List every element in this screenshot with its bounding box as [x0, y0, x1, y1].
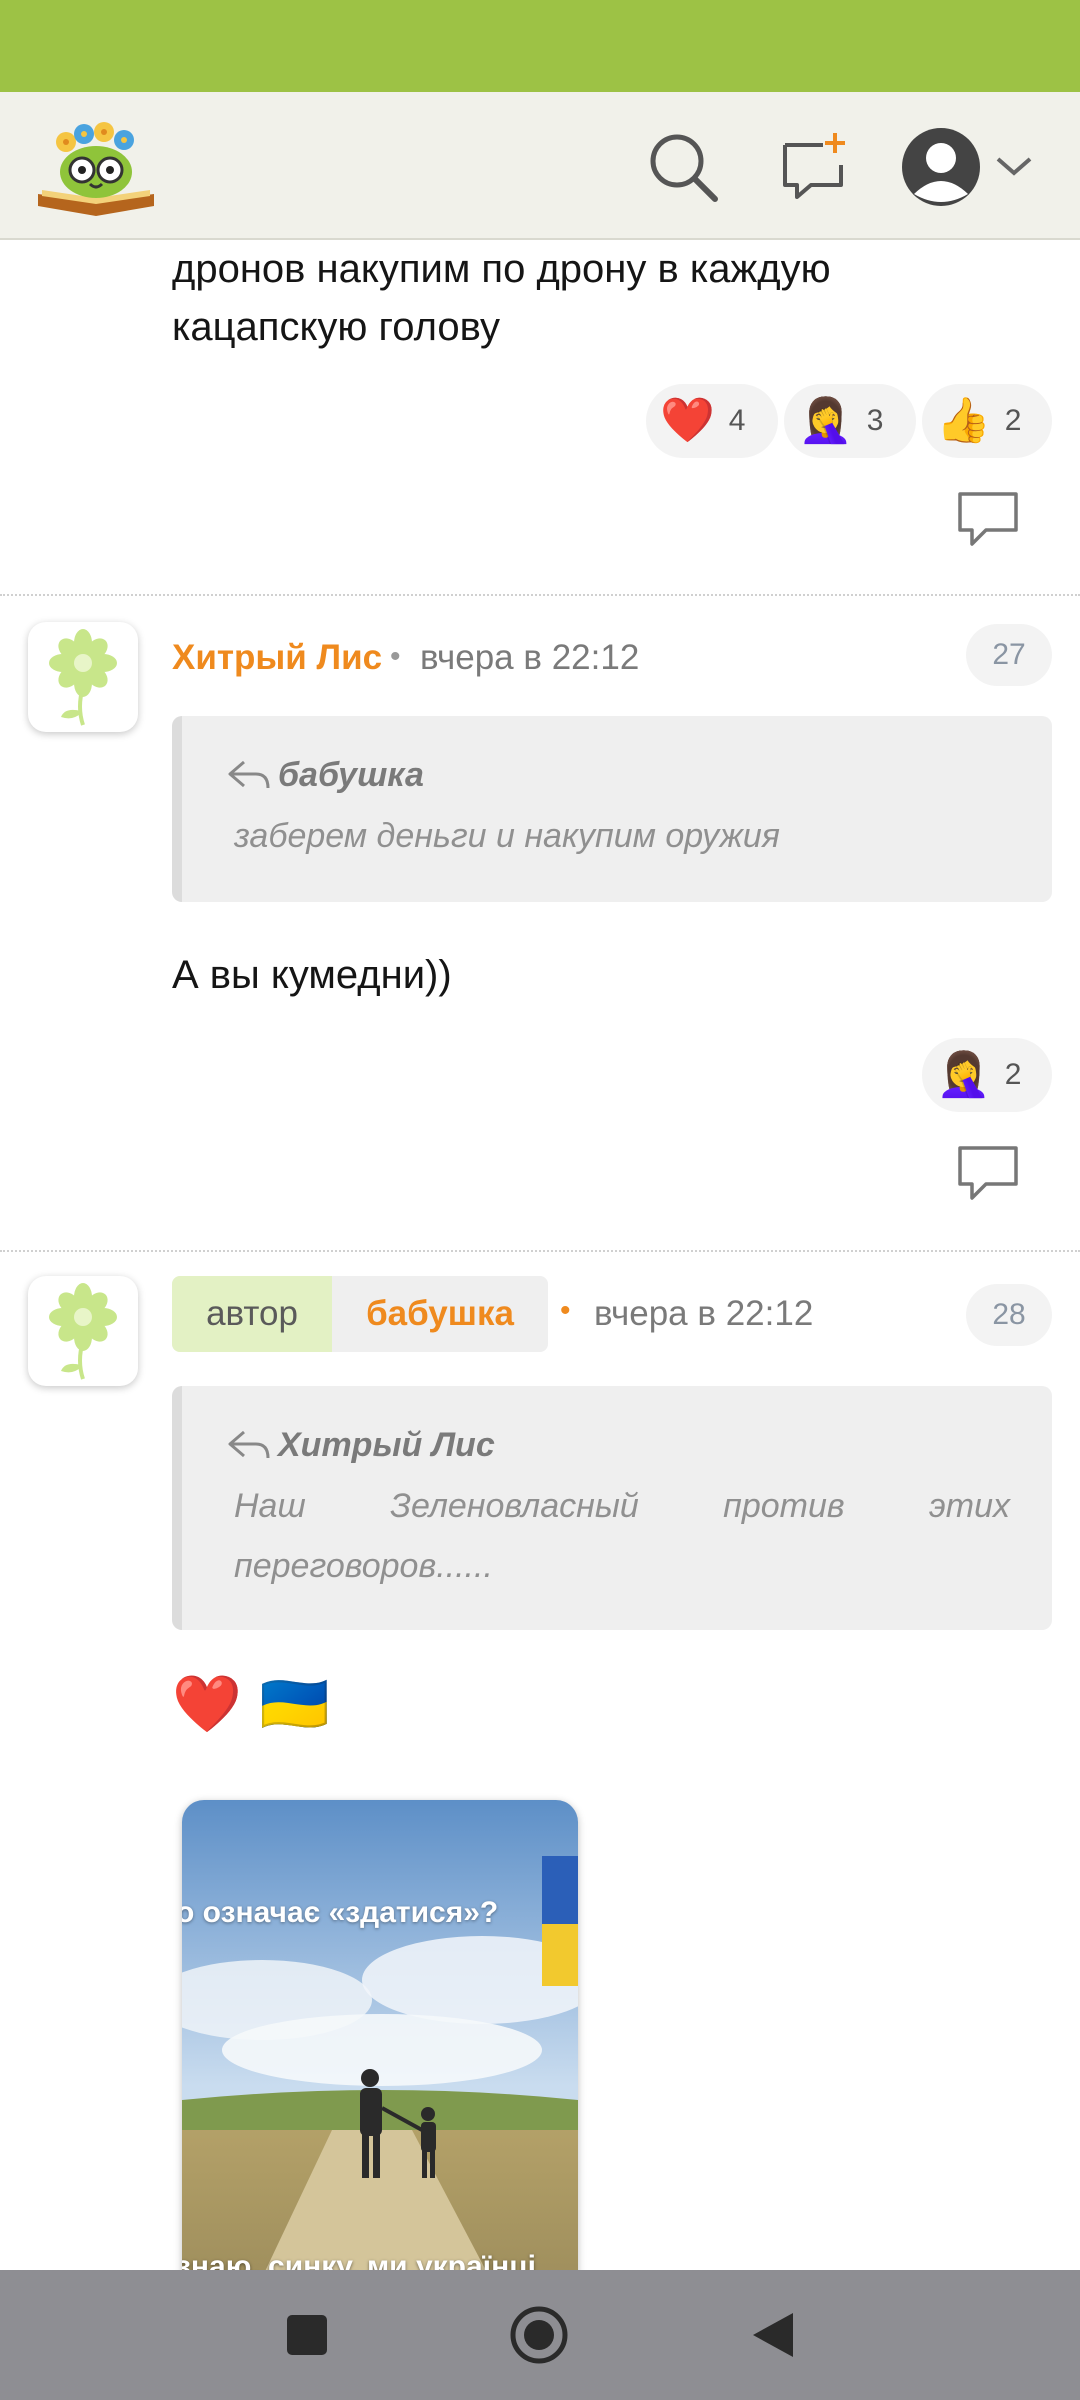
separator-dot: •	[560, 1294, 571, 1327]
heart-icon: ❤️	[660, 395, 715, 446]
separator-dot: •	[390, 640, 401, 673]
reply-icon[interactable]	[956, 1144, 1020, 1202]
post-divider	[0, 1250, 1080, 1252]
quote-author: Хитрый Лис	[278, 1426, 495, 1464]
photo-illustration	[182, 1800, 578, 2270]
reaction-count: 4	[728, 404, 746, 437]
back-icon[interactable]	[738, 2300, 808, 2370]
reaction-facepalm[interactable]: 🤦‍♀️ 3	[784, 384, 916, 458]
post-text-line: кацапскую голову	[172, 305, 500, 349]
chevron-down-icon[interactable]	[984, 122, 1044, 212]
thumbs-up-icon: 👍	[936, 395, 991, 446]
post-text: А вы кумедни))	[172, 953, 452, 997]
facepalm-icon: 🤦‍♀️	[936, 1049, 991, 1100]
reply-arrow-icon	[228, 760, 270, 789]
avatar[interactable]	[28, 622, 138, 732]
post-time: вчера в 22:12	[594, 1294, 814, 1333]
recent-apps-icon[interactable]	[272, 2300, 342, 2370]
flower-icon	[49, 629, 117, 726]
reaction-count: 3	[866, 404, 884, 437]
author-badge[interactable]: автор бабушка	[172, 1276, 548, 1352]
reaction-thumbs-up[interactable]: 👍 2	[922, 384, 1052, 458]
home-icon[interactable]	[504, 2300, 574, 2370]
avatar[interactable]	[28, 1276, 138, 1386]
author-tag: автор	[172, 1276, 332, 1352]
comments-feed: дронов накупим по дрону в каждую кацапск…	[0, 240, 1080, 2270]
post-image[interactable]: о означає «здатися»? знаю, синку. ми укр…	[182, 1800, 578, 2270]
reply-arrow-icon	[228, 1430, 270, 1459]
reaction-heart[interactable]: ❤️ 4	[646, 384, 778, 458]
post-number[interactable]: 28	[966, 1284, 1052, 1346]
post-number[interactable]: 27	[966, 624, 1052, 686]
system-nav-bar	[0, 2270, 1080, 2400]
quote-author: бабушка	[278, 756, 424, 794]
post-author[interactable]: Хитрый Лис	[172, 638, 382, 678]
flower-icon	[49, 1283, 117, 1380]
quote-text: заберем деньги и накупим оружия	[234, 817, 780, 855]
image-caption-bottom: знаю, синку. ми українці	[182, 2250, 536, 2270]
reaction-count: 2	[1004, 1058, 1022, 1091]
facepalm-icon: 🤦‍♀️	[798, 395, 853, 446]
search-icon[interactable]	[638, 122, 728, 212]
post-author: бабушка	[366, 1294, 514, 1333]
app-header	[0, 92, 1080, 240]
status-bar	[0, 0, 1080, 92]
quote-text: Наш Зеленовласный против этих переговоро…	[234, 1487, 1010, 1585]
image-caption-top: о означає «здатися»?	[182, 1896, 499, 1929]
new-message-icon[interactable]	[770, 122, 860, 212]
quote-block[interactable]: Хитрый Лис Наш Зеленовласный против этих…	[172, 1386, 1052, 1630]
reaction-facepalm[interactable]: 🤦‍♀️ 2	[922, 1038, 1052, 1112]
post-text-line: дронов накупим по дрону в каждую	[172, 247, 831, 291]
quote-block[interactable]: бабушка заберем деньги и накупим оружия	[172, 716, 1052, 902]
post-divider	[0, 594, 1080, 596]
reply-icon[interactable]	[956, 490, 1020, 548]
post-time: вчера в 22:12	[420, 638, 640, 677]
user-avatar-icon[interactable]	[896, 122, 986, 212]
book-owl-logo[interactable]	[32, 106, 160, 224]
post-emoji-text: ❤️ 🇺🇦	[172, 1672, 330, 1737]
reaction-count: 2	[1004, 404, 1022, 437]
